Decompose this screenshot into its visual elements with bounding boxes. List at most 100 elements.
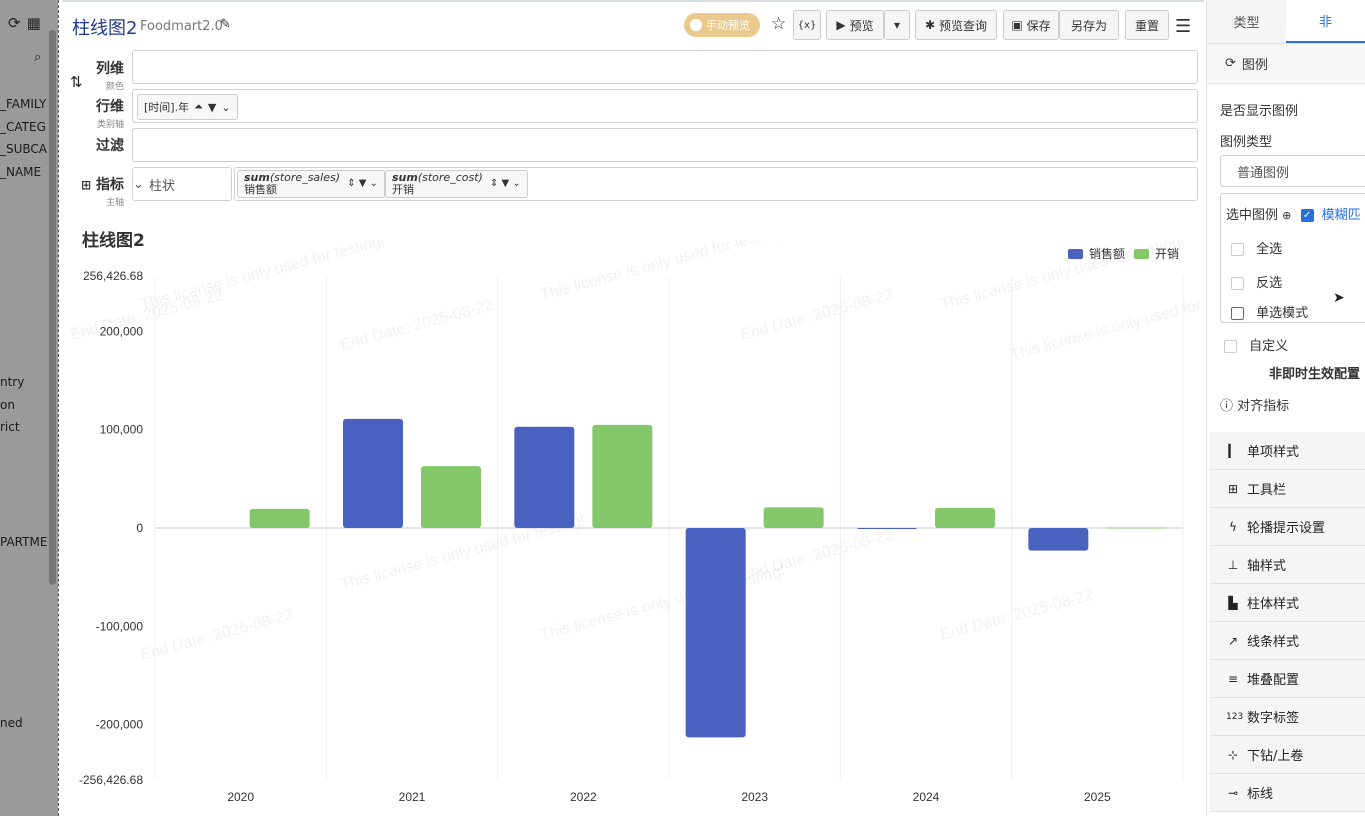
custom-checkbox[interactable] [1224, 340, 1237, 353]
filter-shelf[interactable] [132, 128, 1198, 162]
metric-func-field: (store_cost) [417, 171, 483, 184]
line-chart-icon: ↗ [1227, 633, 1239, 648]
legend-label: 开销 [1155, 247, 1179, 261]
number-icon: 123 [1226, 711, 1244, 722]
chevron-down-icon[interactable]: ⌄ [221, 101, 230, 114]
metrics-sublabel: 主轴 [105, 198, 124, 208]
field-item[interactable]: _NAME [0, 165, 41, 179]
x-tick-label: 2022 [570, 790, 597, 804]
add-circle-icon[interactable]: ⊕ [1282, 209, 1291, 222]
custom-row[interactable]: 自定义 [1224, 335, 1288, 354]
bar-1-0 [343, 418, 403, 528]
legend-section-header[interactable]: ⟳ 图例 [1207, 44, 1365, 84]
metrics-drop-zone[interactable]: sum(store_sales) 销售额 ⇕ ▼ ⌄ sum(store_cos… [234, 167, 1198, 201]
metric-pill-store-cost[interactable]: sum(store_cost) 开销 ⇕ ▼ ⌄ [385, 170, 528, 198]
save-button[interactable]: ▣ 保存 [1003, 10, 1059, 40]
watermark-text: This license is only used for testing! [539, 562, 787, 644]
fuzzy-match-checkbox[interactable]: ✓ [1300, 209, 1314, 222]
metric-name: 销售额 [244, 183, 277, 196]
field-item[interactable]: ned [0, 716, 23, 730]
bar-chart: This license is only used for testing!En… [69, 240, 1204, 804]
field-item[interactable]: rict [0, 420, 20, 434]
invert-checkbox[interactable] [1231, 277, 1244, 290]
preview-dropdown-button[interactable]: ▾ [884, 10, 910, 40]
invert-row[interactable]: 反选 [1231, 272, 1282, 291]
sort-icon[interactable]: ⏶ [194, 100, 203, 114]
rows-field-pill[interactable]: [时间].年 ⏶ ▼ ⌄ [137, 94, 238, 120]
help-icon: ⓘ [1220, 399, 1234, 414]
single-mode-row[interactable]: 单选模式 [1231, 302, 1308, 321]
preview-query-button[interactable]: ✱ 预览查询 [915, 10, 997, 40]
tab-type[interactable]: 类型 [1207, 0, 1286, 43]
refresh-icon[interactable]: ⟳ [8, 14, 21, 32]
legend-type-value: 普通图例 [1237, 165, 1290, 181]
single-mode-label: 单选模式 [1256, 306, 1309, 321]
table-icon[interactable]: ▦ [27, 14, 41, 32]
field-item[interactable]: ntry [0, 375, 24, 389]
bar-icon: ▎ [1228, 443, 1238, 458]
edit-icon[interactable]: ✎ [220, 17, 231, 32]
select-all-checkbox[interactable] [1231, 243, 1244, 256]
search-icon[interactable]: ⌕ [34, 50, 41, 65]
columns-shelf[interactable] [132, 50, 1198, 84]
legend-type-select[interactable]: 普通图例 [1220, 155, 1365, 187]
menu-item-single-style[interactable]: ▎ 单项样式 [1210, 432, 1365, 470]
rows-shelf[interactable]: [时间].年 ⏶ ▼ ⌄ [132, 89, 1198, 123]
manual-preview-toggle[interactable]: 手动预览 [684, 13, 760, 37]
field-panel-scrollbar[interactable] [49, 30, 56, 585]
menu-item-number-label[interactable]: 123 数字标签 [1210, 698, 1365, 736]
menu-item-stack-config[interactable]: ≡ 堆叠配置 [1210, 660, 1365, 698]
align-metrics-label: 对齐指标 [1237, 399, 1290, 414]
x-tick-label: 2020 [227, 790, 254, 804]
menu-label: 工具栏 [1247, 483, 1287, 498]
field-item[interactable]: _FAMILY [0, 97, 46, 111]
chart-name: 柱线图2 [72, 18, 138, 39]
x-tick-label: 2021 [399, 790, 426, 804]
menu-icon[interactable]: ☰ [1175, 16, 1191, 37]
variable-button[interactable]: {x} [793, 10, 821, 40]
menu-item-bar-style[interactable]: ▙ 柱体样式 [1210, 584, 1365, 622]
preview-query-label: 预览查询 [939, 18, 988, 33]
watermark-text: This license is only used for testing! [539, 240, 787, 304]
manual-preview-label: 手动预览 [706, 19, 750, 32]
menu-item-axis-style[interactable]: ⊥ 轴样式 [1210, 546, 1365, 584]
settings-panel: 类型 非 ⟳ 图例 是否显示图例 图例类型 普通图例 选中图例 ⊕ ✓ 模糊匹 … [1206, 0, 1365, 816]
bug-icon: ✱ [924, 18, 936, 32]
add-metric-icon[interactable]: ⊞ [81, 178, 91, 192]
field-item[interactable]: _SUBCA [0, 142, 47, 156]
metrics-label: 指标 [96, 177, 124, 193]
reset-button[interactable]: 重置 [1125, 10, 1169, 40]
metrics-label-row: ⊞ 指标 [62, 174, 124, 194]
x-tick-label: 2024 [913, 790, 940, 804]
y-tick-label: -200,000 [96, 718, 144, 732]
preview-button[interactable]: ▶ 预览 [826, 10, 884, 40]
metric-func-field: (store_sales) [269, 171, 341, 184]
menu-label: 单项样式 [1247, 445, 1300, 460]
select-all-row[interactable]: 全选 [1231, 238, 1282, 257]
align-metrics-row[interactable]: ⓘ 对齐指标 [1220, 395, 1289, 414]
chart-type-value: 柱状 [149, 178, 176, 194]
menu-item-toolbar[interactable]: ⊞ 工具栏 [1210, 470, 1365, 508]
metric-pill-store-sales[interactable]: sum(store_sales) 销售额 ⇕ ▼ ⌄ [237, 170, 386, 198]
single-mode-checkbox[interactable] [1231, 307, 1244, 320]
field-item[interactable]: PARTME [0, 535, 47, 549]
tab-style[interactable]: 非 [1286, 0, 1365, 43]
chart-type-select[interactable]: 柱状 ⌄ [132, 167, 232, 201]
y-tick-label: -100,000 [96, 619, 144, 633]
column-icon: ▙ [1228, 595, 1238, 610]
field-item[interactable]: _CATEG [0, 120, 46, 134]
filter-icon[interactable]: ▼ [208, 101, 216, 114]
metric-controls[interactable]: ⇕ ▼ ⌄ [490, 178, 521, 190]
menu-item-markline[interactable]: ⊸ 标线 [1210, 774, 1365, 812]
menu-item-carousel-tooltip[interactable]: ϟ 轮播提示设置 [1210, 508, 1365, 546]
field-item[interactable]: on [0, 398, 15, 412]
invert-label: 反选 [1256, 276, 1283, 291]
reset-label: 重置 [1134, 18, 1159, 33]
bar-1-1 [421, 466, 481, 528]
menu-item-line-style[interactable]: ↗ 线条样式 [1210, 622, 1365, 660]
menu-item-drilldown[interactable]: ⊹ 下钻/上卷 [1210, 736, 1365, 774]
bar-3-0 [685, 528, 746, 738]
star-icon[interactable]: ☆ [771, 14, 786, 34]
save-as-button[interactable]: 另存为 [1059, 10, 1119, 40]
metric-controls[interactable]: ⇕ ▼ ⌄ [347, 178, 378, 190]
